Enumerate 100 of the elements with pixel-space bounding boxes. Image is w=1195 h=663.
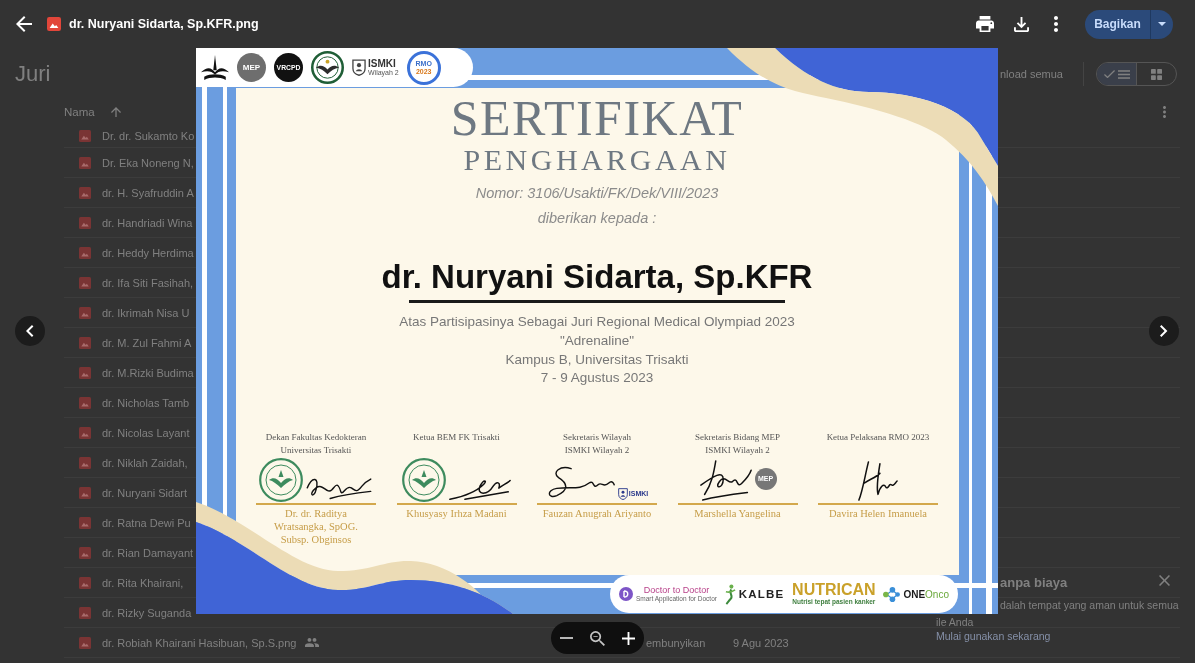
list-icon [1117,69,1130,79]
sort-arrow-icon[interactable] [110,107,121,117]
signature-drawing [857,459,899,502]
given-to-text: diberikan kepada : [537,208,657,228]
logo-text: KALBE [738,588,785,600]
file-name[interactable]: dr. M.Rizki Budima [102,366,194,379]
back-arrow-icon [16,16,32,32]
file-title: dr. Nuryani Sidarta, Sp.KFR.png [69,17,259,31]
promo-title: anpa biaya [1000,574,1068,592]
image-file-icon [79,306,91,319]
file-name[interactable]: dr. Niklah Zaidah, [102,456,188,469]
plus-icon [622,631,635,645]
image-file-icon [79,396,91,409]
certificate-detail: Atas Partisipasinya Sebagai Juri Regional Medical Olympiad 2023 [399,313,795,332]
image-file-icon [79,516,91,529]
certificate-title: SERTIFIKAT [450,93,744,143]
image-file-icon [79,636,91,649]
file-name[interactable]: Dr. dr. Sukamto Ko [102,129,195,142]
image-file-icon [79,456,91,469]
grid-icon [1151,68,1162,80]
molecule-icon [883,586,901,602]
more-icon [1054,16,1058,32]
image-file-icon [79,426,91,439]
file-name[interactable]: dr. Rian Damayant [102,546,194,559]
close-icon [1158,574,1170,586]
logo-badge: MEP [237,53,266,82]
download-icon [1013,16,1029,32]
folder-title: Juri [15,61,51,87]
column-header[interactable]: Nama [64,106,95,118]
promo-text: dalah tempat yang aman untuk semua [1000,598,1179,613]
signatory-name: Davira Helen Imanuela [829,507,927,521]
table-cell-text: embunyikan [646,636,707,649]
certificate-detail: "Adrenaline" [559,331,635,350]
next-button[interactable] [1149,316,1179,346]
logo-text: Doctor to Doctor [643,585,710,595]
signatory-role: Ketua Pelaksana RMO 2023 [826,430,930,444]
date-cell: 9 Agu 2023 [733,636,789,649]
image-file-icon [47,17,61,31]
close-button[interactable] [1158,574,1170,586]
file-name[interactable]: dr. Nicolas Layant [102,426,190,439]
shield-icon [352,59,366,76]
signatory-name: Marshella Yangelina [694,507,781,521]
image-file-icon [79,129,91,142]
logo-text: ISMKI [368,58,397,69]
certificate-detail: Kampus B, Universitas Trisakti [505,350,689,369]
signatory-role: Ketua BEM FK Trisakti [413,430,500,444]
check-icon [1103,69,1115,79]
shield-icon [617,487,628,500]
file-name[interactable]: dr. M. Zul Fahmi A [102,336,192,349]
list-view-button[interactable] [1097,63,1136,85]
seal-icon [311,51,344,84]
minus-icon [560,637,573,639]
file-name[interactable]: dr. Rizky Suganda [102,606,192,619]
zoom-out-icon [590,630,605,646]
file-name[interactable]: dr. Ikrimah Nisa U [102,306,190,319]
share-button[interactable]: Bagikan [1085,9,1150,39]
seal-icon [259,457,303,502]
previous-button[interactable] [15,316,45,346]
file-name[interactable]: dr. Nicholas Tamb [102,396,190,409]
image-file-icon [79,216,91,229]
circle-logo-icon [619,587,633,601]
file-name[interactable]: dr. Nuryani Sidart [102,486,187,499]
share-menu-button[interactable] [1150,9,1173,39]
file-name[interactable]: dr. Rita Khairani, [102,576,184,589]
file-name[interactable]: Dr. Eka Noneng N, [102,156,194,169]
image-file-icon [79,576,91,589]
image-file-icon [79,246,91,259]
image-file-icon [79,486,91,499]
recipient-name: dr. Nuryani Sidarta, Sp.KFR [381,258,813,297]
file-name[interactable]: dr. H. Syafruddin A [102,186,194,199]
chevron-left-icon [26,325,34,337]
chevron-right-icon [1160,325,1168,337]
certificate-detail: 7 - 9 Agustus 2023 [540,369,654,388]
file-name[interactable]: dr. Heddy Herdima [102,246,194,259]
file-name[interactable]: dr. Robiah Khairani Hasibuan, Sp.S.png [102,636,297,649]
image-file-icon [79,366,91,379]
print-icon [976,15,994,33]
certificate-number: Nomor: 3106/Usakti/FK/Dek/VIII/2023 [475,184,719,203]
signatory-name: Khusyasy Irhza Madani [406,507,507,521]
file-name[interactable]: dr. Handriadi Wina [102,216,193,229]
certificate-subtitle: PENGHARGAAN [463,145,731,175]
image-file-icon [79,186,91,199]
promo-link[interactable]: Mulai gunakan sekarang [936,629,1051,643]
toolbar-button[interactable]: nload semua [1000,62,1063,86]
image-file-icon [79,276,91,289]
logo-text: ONEOnco [903,588,949,600]
promo-text: ile Anda [936,615,974,629]
image-file-icon [79,606,91,619]
signatory-name: Fauzan Anugrah Ariyanto [542,507,652,521]
image-file-icon [79,336,91,349]
image-file-icon [79,156,91,169]
file-name[interactable]: dr. Ratna Dewi Pu [102,516,191,529]
signatory-role: Dekan Fakultas Kedokteran Universitas Trisakti [265,430,367,457]
caret-icon [1158,22,1166,26]
logo-text: NUTRICAN [792,582,876,598]
seal-icon [401,457,446,502]
more-icon[interactable] [1163,106,1166,118]
file-name[interactable]: dr. Ifa Siti Fasihah, [102,276,194,289]
person-figure-icon [724,583,736,605]
signatory-role: Sekretaris Bidang MEP ISMKI Wilayah 2 [695,430,780,457]
